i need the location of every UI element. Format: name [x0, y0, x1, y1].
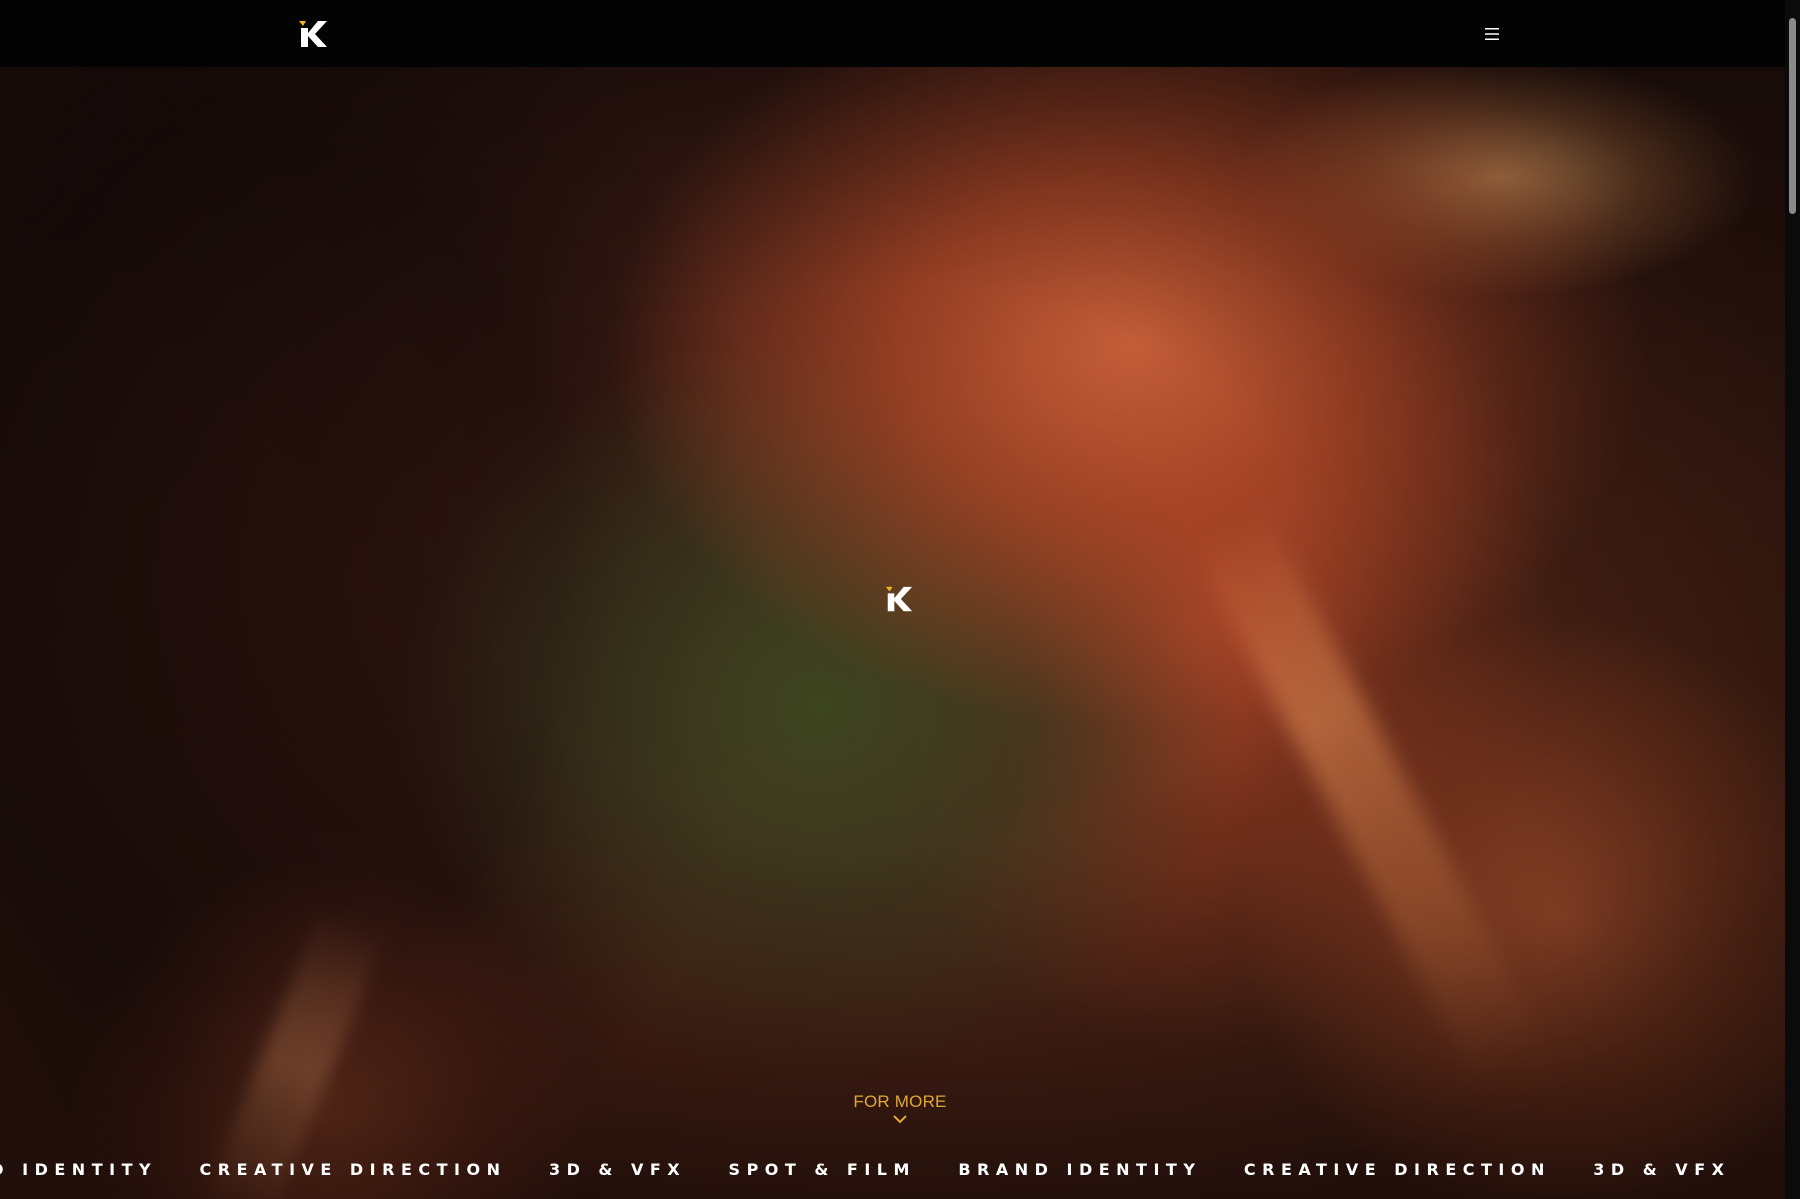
- hero-center-logo: [884, 584, 914, 614]
- top-navbar: [0, 0, 1785, 67]
- hero-background-image: [0, 67, 1785, 1199]
- page: FOR MORE BRAND IDENTITY CREATIVE DIRECTI…: [0, 0, 1800, 1199]
- hamburger-menu-icon: [1485, 28, 1499, 40]
- scroll-for-more-link[interactable]: FOR MORE: [800, 1092, 1000, 1124]
- k-logo-icon: [299, 21, 327, 47]
- marquee-item: BRAND IDENTITY: [0, 1160, 158, 1179]
- marquee-track: BRAND IDENTITY CREATIVE DIRECTION 3D & V…: [0, 1158, 1768, 1182]
- marquee-item: CREATIVE DIRECTION: [199, 1160, 507, 1179]
- marquee-item: 3D & VFX: [1593, 1160, 1731, 1179]
- home-logo-link[interactable]: [297, 18, 329, 50]
- scroll-prompt-label: FOR MORE: [853, 1092, 947, 1111]
- scrollbar-thumb[interactable]: [1789, 18, 1796, 214]
- vertical-scrollbar[interactable]: [1785, 0, 1800, 1199]
- k-logo-icon: [885, 586, 913, 612]
- hero-vignette: [0, 67, 1785, 1199]
- marquee-item: CREATIVE DIRECTION: [1243, 1160, 1551, 1179]
- services-marquee: BRAND IDENTITY CREATIVE DIRECTION 3D & V…: [0, 1158, 1785, 1188]
- chevron-down-icon: [893, 1115, 907, 1124]
- marquee-item: BRAND IDENTITY: [958, 1160, 1202, 1179]
- menu-button[interactable]: [1482, 24, 1502, 44]
- marquee-item: 3D & VFX: [548, 1160, 687, 1179]
- marquee-item: SPOT & FILM: [728, 1160, 916, 1179]
